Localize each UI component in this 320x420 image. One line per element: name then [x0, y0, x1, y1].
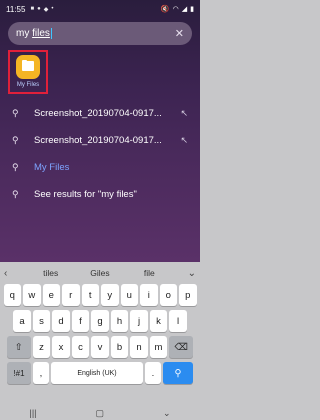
key-k[interactable]: k [149, 310, 168, 332]
key-y[interactable]: y [101, 284, 119, 306]
key-f[interactable]: f [71, 310, 90, 332]
search-icon: ⚲ [12, 162, 19, 172]
key-p[interactable]: p [179, 284, 197, 306]
key-c[interactable]: c [71, 336, 90, 358]
search-icon: ⚲ [12, 108, 19, 118]
symbols-key[interactable]: !#1 [7, 362, 31, 384]
fill-arrow-icon[interactable]: ↖ [180, 108, 188, 119]
key-q[interactable]: q [3, 284, 21, 306]
search-icon: ⚲ [12, 189, 19, 199]
key-v[interactable]: v [91, 336, 109, 358]
query-text: my [16, 28, 33, 39]
result-text: Screenshot_20190704-0917... [34, 108, 162, 119]
search-overlay: 11:55 ■ ● ◆ • 🔇 ◠ ◢ ▮ my files ✕ My File… [0, 0, 200, 262]
key-row: asdfghjkl [0, 310, 200, 332]
fill-arrow-icon[interactable]: ↖ [180, 135, 188, 146]
keyboard: ‹ tiles Giles file ⌄ qwertyuiop asdfghjk… [0, 262, 200, 420]
period-key[interactable]: . [145, 362, 161, 384]
nav-bar: ||| ▢ ⌄ [0, 406, 200, 420]
key-d[interactable]: d [52, 310, 70, 332]
search-key[interactable]: ⚲ [163, 362, 193, 384]
key-l[interactable]: l [169, 310, 187, 332]
key-s[interactable]: s [32, 310, 51, 332]
recent-apps-icon[interactable]: ||| [29, 408, 36, 418]
key-row: qwertyuiop [0, 284, 200, 306]
key-a[interactable]: a [13, 310, 31, 332]
result-item[interactable]: ⚲ Screenshot_20190704-0917... ↖ [0, 127, 200, 154]
result-item[interactable]: ⚲ See results for "my files" [0, 181, 200, 208]
backspace-key[interactable]: ⌫ [169, 336, 194, 358]
result-text: See results for "my files" [34, 189, 137, 200]
key-e[interactable]: e [42, 284, 60, 306]
notification-icon: ● [37, 6, 41, 12]
my-files-app[interactable]: My Files [8, 50, 48, 94]
chevron-icon[interactable]: ‹ [4, 268, 26, 279]
mute-icon: 🔇 [160, 6, 170, 13]
folder-icon [16, 55, 40, 79]
key-w[interactable]: w [23, 284, 41, 306]
space-key[interactable]: English (UK) [51, 362, 143, 384]
result-text: My Files [34, 162, 70, 173]
prediction-word[interactable]: file [125, 268, 174, 278]
result-item[interactable]: ⚲ Screenshot_20190704-0917... ↖ [0, 100, 200, 127]
key-n[interactable]: n [130, 336, 148, 358]
key-z[interactable]: z [32, 336, 51, 358]
query-underlined-text: files [32, 28, 50, 39]
status-bar: 11:55 ■ ● ◆ • 🔇 ◠ ◢ ▮ [0, 0, 200, 18]
app-label: My Files [16, 82, 40, 88]
key-b[interactable]: b [110, 336, 129, 358]
search-bar[interactable]: my files ✕ [8, 22, 192, 45]
key-j[interactable]: j [130, 310, 148, 332]
notification-icon: • [51, 6, 54, 12]
key-row: ⇧ zxcvbnm ⌫ [0, 336, 200, 358]
status-time: 11:55 [6, 4, 26, 14]
key-o[interactable]: o [159, 284, 177, 306]
more-icon[interactable]: ⌄ [174, 268, 196, 279]
key-row: !#1 , English (UK) . ⚲ [0, 362, 200, 384]
key-r[interactable]: r [62, 284, 80, 306]
notification-icon: ◆ [43, 6, 49, 13]
home-icon[interactable]: ▢ [95, 408, 104, 419]
key-i[interactable]: i [140, 284, 158, 306]
key-h[interactable]: h [110, 310, 129, 332]
prediction-bar: ‹ tiles Giles file ⌄ [0, 262, 200, 284]
wifi-icon: ◠ [172, 6, 179, 13]
search-input[interactable]: my files [16, 28, 50, 39]
search-icon: ⚲ [12, 135, 19, 145]
key-t[interactable]: t [81, 284, 99, 306]
notification-icon: ■ [30, 6, 35, 12]
key-x[interactable]: x [52, 336, 70, 358]
battery-icon: ▮ [190, 6, 194, 13]
prediction-word[interactable]: Giles [75, 268, 124, 278]
key-m[interactable]: m [149, 336, 168, 358]
back-icon[interactable]: ⌄ [163, 408, 171, 419]
comma-key[interactable]: , [33, 362, 49, 384]
text-cursor [50, 28, 52, 39]
prediction-word[interactable]: tiles [26, 268, 75, 278]
shift-key[interactable]: ⇧ [6, 336, 31, 358]
result-item[interactable]: ⚲ My Files [0, 154, 200, 181]
key-u[interactable]: u [120, 284, 138, 306]
clear-icon[interactable]: ✕ [175, 27, 184, 40]
signal-icon: ◢ [181, 6, 188, 13]
search-results: ⚲ Screenshot_20190704-0917... ↖ ⚲ Screen… [0, 100, 200, 208]
result-text: Screenshot_20190704-0917... [34, 135, 162, 146]
key-g[interactable]: g [91, 310, 109, 332]
